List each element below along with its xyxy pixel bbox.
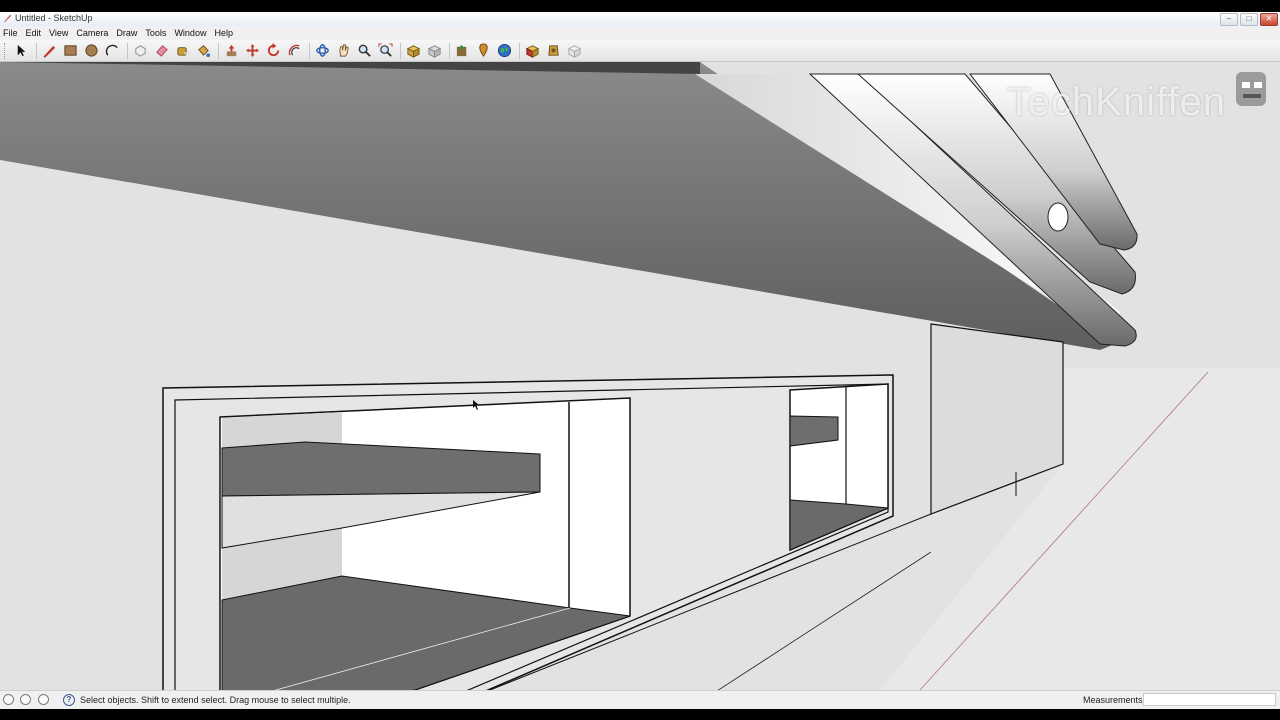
offset-tool-icon (288, 44, 300, 56)
select-tool-icon (17, 44, 26, 57)
minimize-button[interactable]: – (1220, 13, 1238, 26)
watermark-text: TechKniffen (1006, 80, 1226, 124)
push-pull-tool-icon (226, 44, 237, 57)
circle-tool-icon (85, 44, 98, 57)
google-earth-button[interactable] (495, 41, 514, 60)
google-earth-icon (497, 43, 512, 58)
status-message: Select objects. Shift to extend select. … (80, 695, 351, 705)
status-bar: ? Select objects. Shift to extend select… (0, 690, 1280, 709)
window-controls: – □ ✕ (1220, 13, 1278, 26)
rectangle-tool-icon (64, 45, 77, 56)
arc-tool-button[interactable] (103, 41, 122, 60)
close-button[interactable]: ✕ (1260, 13, 1278, 26)
pipe-cap (1047, 202, 1069, 232)
extension-warehouse-button[interactable] (523, 41, 542, 60)
toolbar-separator (309, 42, 310, 59)
help-icon[interactable]: ? (63, 694, 75, 706)
pan-tool-icon (339, 44, 349, 57)
tape-measure-tool-icon (177, 47, 190, 56)
menu-window[interactable]: Window (170, 28, 210, 38)
credits-icon[interactable] (20, 694, 31, 705)
move-tool-icon (245, 43, 260, 58)
geo-location-icon[interactable] (3, 694, 14, 705)
menu-camera[interactable]: Camera (72, 28, 112, 38)
get-models-button[interactable] (404, 41, 423, 60)
toolbar-separator (218, 42, 219, 59)
maximize-button[interactable]: □ (1240, 13, 1258, 26)
eraser-tool-button[interactable] (152, 41, 171, 60)
menu-tools[interactable]: Tools (141, 28, 170, 38)
orbit-tool-button[interactable] (313, 41, 332, 60)
arc-tool-icon (105, 44, 118, 56)
pencil-line-tool-icon (43, 45, 56, 58)
menu-bar: File Edit View Camera Draw Tools Window … (0, 26, 1280, 39)
rectangle-tool-button[interactable] (61, 41, 80, 60)
sketchup-window: Untitled - SketchUp – □ ✕ File Edit View… (0, 12, 1280, 709)
toolbar-grip[interactable] (4, 42, 8, 59)
eraser-tool-icon (156, 45, 168, 57)
add-location-icon (479, 43, 488, 57)
select-tool-button[interactable] (12, 41, 31, 60)
tape-measure-tool-button[interactable] (173, 41, 192, 60)
share-component-icon (567, 45, 582, 58)
rotate-tool-button[interactable] (264, 41, 283, 60)
get-photo-texture-icon (456, 44, 467, 57)
toolbar-separator (400, 42, 401, 59)
share-component-button[interactable] (565, 41, 584, 60)
share-model-icon (427, 45, 442, 58)
window-title: Untitled - SketchUp (15, 13, 93, 23)
push-pull-tool-button[interactable] (222, 41, 241, 60)
orbit-tool-icon (316, 44, 329, 57)
paint-bucket-tool-button[interactable] (194, 41, 213, 60)
get-models-icon (406, 45, 421, 58)
toolbar-separator (449, 42, 450, 59)
zoom-extents-icon (378, 43, 393, 57)
user-icon[interactable] (38, 694, 49, 705)
pan-tool-button[interactable] (334, 41, 353, 60)
extension-warehouse-icon (525, 45, 540, 58)
3d-model-scene (0, 62, 1280, 690)
measurements-input[interactable] (1143, 693, 1276, 706)
circle-tool-button[interactable] (82, 41, 101, 60)
make-component-icon (135, 45, 146, 57)
menu-view[interactable]: View (45, 28, 72, 38)
offset-tool-button[interactable] (285, 41, 304, 60)
get-photo-texture-button[interactable] (453, 41, 472, 60)
get-components-icon (548, 45, 559, 56)
move-tool-button[interactable] (243, 41, 262, 60)
measurements-label: Measurements (1083, 695, 1143, 705)
pencil-line-tool-button[interactable] (40, 41, 59, 60)
rotate-tool-icon (267, 43, 280, 57)
sketchup-app-icon (3, 14, 12, 23)
make-component-button[interactable] (131, 41, 150, 60)
model-viewport[interactable]: TechKniffen (0, 62, 1280, 690)
menu-draw[interactable]: Draw (112, 28, 141, 38)
share-model-button[interactable] (425, 41, 444, 60)
zoom-extents-button[interactable] (376, 41, 395, 60)
menu-file[interactable]: File (0, 28, 22, 38)
get-components-button[interactable] (544, 41, 563, 60)
toolbar-separator (519, 42, 520, 59)
watermark-logo-icon (1236, 72, 1266, 106)
title-bar: Untitled - SketchUp – □ ✕ (0, 12, 1280, 26)
zoom-tool-icon (358, 44, 371, 57)
zoom-tool-button[interactable] (355, 41, 374, 60)
toolbar-separator (36, 42, 37, 59)
menu-edit[interactable]: Edit (22, 28, 46, 38)
add-location-button[interactable] (474, 41, 493, 60)
toolbar (0, 40, 1280, 62)
menu-help[interactable]: Help (210, 28, 237, 38)
toolbar-separator (127, 42, 128, 59)
paint-bucket-tool-icon (198, 45, 211, 58)
